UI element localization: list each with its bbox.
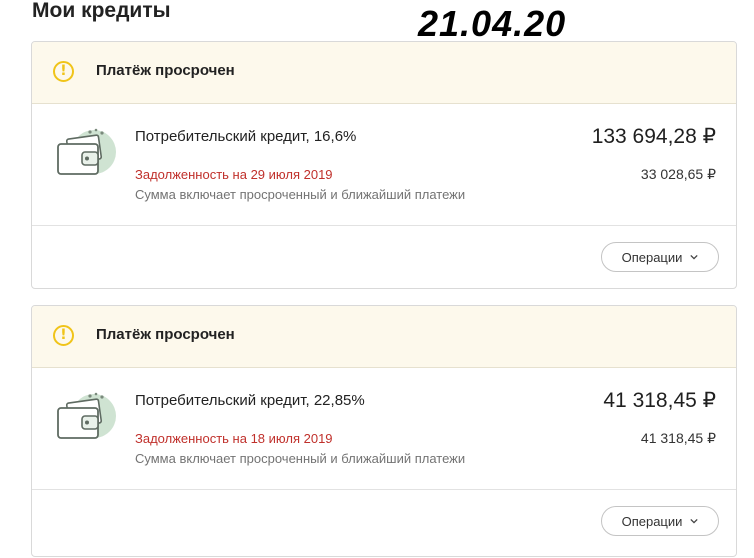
debt-note: Сумма включает просроченный и ближайший … bbox=[135, 451, 466, 466]
loan-card: ! Платёж просрочен Потребительский креди… bbox=[31, 41, 737, 289]
card-footer: Операции bbox=[32, 226, 736, 288]
card-footer: Операции bbox=[32, 490, 736, 552]
overdue-banner: ! Платёж просрочен bbox=[32, 42, 736, 104]
operations-button[interactable]: Операции bbox=[601, 506, 719, 536]
loan-details[interactable]: Потребительский кредит, 22,85% Задолженн… bbox=[32, 368, 736, 490]
warning-circle-icon: ! bbox=[53, 325, 74, 346]
loan-total-amount: 133 694,28 ₽ bbox=[591, 125, 716, 148]
debt-date: Задолженность на 18 июля 2019 bbox=[135, 431, 333, 446]
debt-amount: 33 028,65 ₽ bbox=[640, 166, 716, 182]
warning-circle-icon: ! bbox=[53, 61, 74, 82]
chevron-down-icon bbox=[690, 254, 699, 260]
overdue-banner: ! Платёж просрочен bbox=[32, 306, 736, 368]
debt-note: Сумма включает просроченный и ближайший … bbox=[135, 187, 466, 202]
operations-label: Операции bbox=[621, 513, 683, 529]
page-title: Мои кредиты bbox=[32, 0, 171, 22]
overdue-status: Платёж просрочен bbox=[96, 62, 235, 79]
date-stamp: 21.04.20 bbox=[418, 3, 567, 44]
overdue-status: Платёж просрочен bbox=[96, 326, 235, 343]
wallet-icon bbox=[57, 392, 116, 439]
loan-card: ! Платёж просрочен Потребительский креди… bbox=[31, 305, 737, 557]
debt-date: Задолженность на 29 июля 2019 bbox=[135, 167, 333, 182]
debt-amount: 41 318,45 ₽ bbox=[640, 430, 716, 446]
loan-total-amount: 41 318,45 ₽ bbox=[603, 389, 716, 412]
loan-name: Потребительский кредит, 16,6% bbox=[135, 128, 357, 145]
chevron-down-icon bbox=[690, 518, 699, 524]
operations-label: Операции bbox=[621, 249, 683, 265]
operations-button[interactable]: Операции bbox=[601, 242, 719, 272]
loan-details[interactable]: Потребительский кредит, 16,6% Задолженно… bbox=[32, 104, 736, 226]
wallet-icon bbox=[57, 128, 116, 175]
loan-name: Потребительский кредит, 22,85% bbox=[135, 392, 365, 409]
